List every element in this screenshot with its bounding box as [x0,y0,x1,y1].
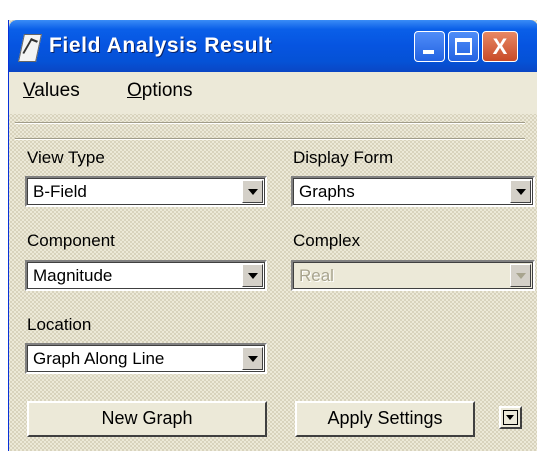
menu-separator [15,122,525,124]
menu-values-accel: V [23,80,35,101]
close-button[interactable]: X [482,31,518,62]
window-title: Field Analysis Result [49,34,273,57]
display-form-select[interactable]: Graphs [291,176,535,207]
title-bar[interactable]: Field Analysis Result X [9,20,537,72]
location-label: Location [27,315,92,334]
view-type-label: View Type [27,148,105,167]
form-separator [15,138,525,140]
chevron-down-icon[interactable] [242,180,263,203]
new-graph-button[interactable]: New Graph [27,401,267,437]
apply-settings-button[interactable]: Apply Settings [295,401,475,437]
menu-options-label: ptions [141,80,193,101]
close-icon: X [492,34,508,59]
view-type-value: B-Field [33,182,87,201]
complex-label: Complex [293,231,361,250]
menu-options[interactable]: Options [127,80,192,102]
menu-values-label: alues [34,80,80,101]
maximize-icon [455,38,472,55]
complex-select: Real [291,260,535,291]
field-analysis-window: Field Analysis Result X Values Options V… [8,20,537,451]
expand-button[interactable] [499,406,522,429]
chevron-down-icon[interactable] [242,264,263,287]
chevron-down-icon[interactable] [510,180,531,203]
maximize-button[interactable] [448,31,479,62]
expand-icon [503,410,518,425]
menu-bar: Values Options [9,72,537,114]
location-select[interactable]: Graph Along Line [25,343,267,374]
component-label: Component [27,231,115,250]
complex-value: Real [299,266,334,285]
display-form-value: Graphs [299,182,355,201]
chevron-down-icon [510,264,531,287]
component-select[interactable]: Magnitude [25,260,267,291]
component-value: Magnitude [33,266,113,285]
field-icon [18,34,42,62]
display-form-label: Display Form [293,148,394,167]
location-value: Graph Along Line [33,349,165,368]
menu-options-accel: O [127,80,142,101]
minimize-icon [423,50,434,54]
minimize-button[interactable] [414,31,445,62]
menu-values[interactable]: Values [23,80,80,102]
view-type-select[interactable]: B-Field [25,176,267,207]
chevron-down-icon[interactable] [242,347,263,370]
